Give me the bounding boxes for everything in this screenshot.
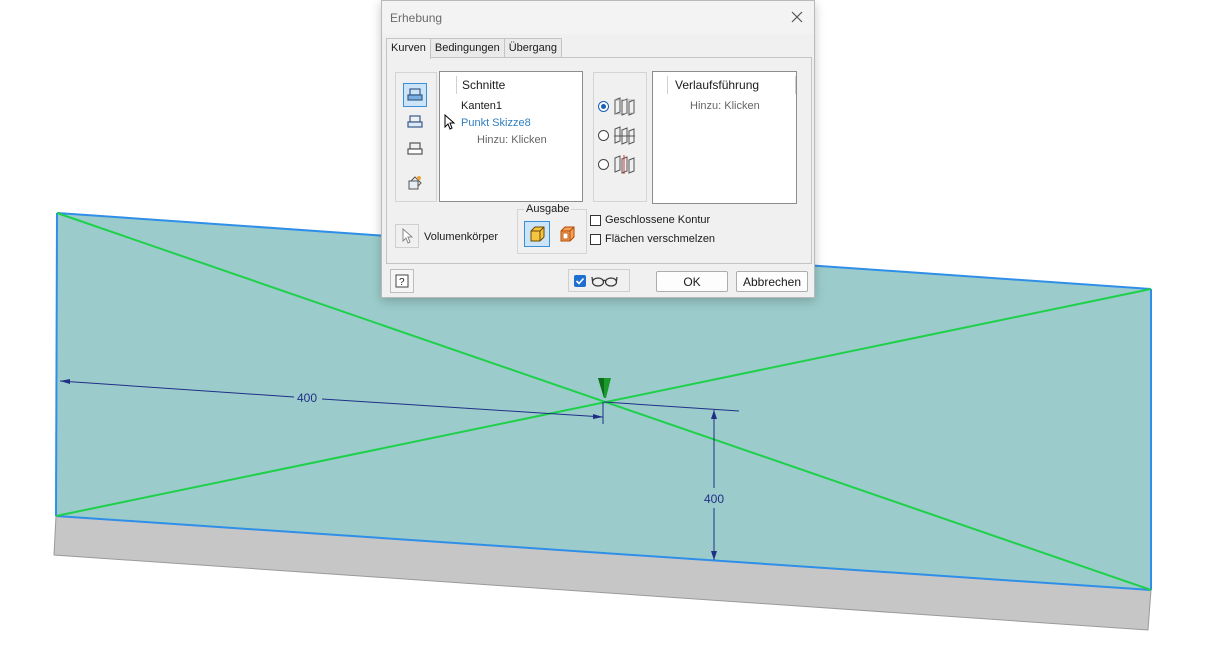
dimension-label-horizontal: 400 bbox=[297, 391, 317, 405]
radio-button[interactable] bbox=[598, 129, 609, 141]
closed-loop-checkbox[interactable] bbox=[590, 214, 601, 226]
glasses-icon bbox=[591, 276, 618, 287]
centerline-loft-icon bbox=[614, 126, 635, 145]
radio-button[interactable] bbox=[598, 158, 609, 170]
output-surface-button[interactable] bbox=[554, 221, 580, 247]
rails-select-button[interactable] bbox=[403, 110, 427, 134]
section-add-click[interactable]: Hinzu: Klicken bbox=[477, 134, 547, 146]
section-item-punkt-skizze8[interactable]: Punkt Skizze8 bbox=[461, 117, 531, 129]
sketch-curves-2-icon bbox=[407, 115, 423, 128]
check-icon bbox=[575, 277, 585, 285]
rails-loft-icon bbox=[614, 97, 635, 116]
point-mapping-button[interactable] bbox=[403, 171, 427, 195]
svg-text:?: ? bbox=[399, 277, 405, 288]
solid-label: Volumenkörper bbox=[424, 231, 498, 243]
rails-list[interactable]: Verlaufsführung Hinzu: Klicken bbox=[652, 71, 797, 204]
solid-output-icon bbox=[530, 226, 545, 242]
merge-faces-checkbox[interactable] bbox=[590, 233, 601, 245]
output-group: Ausgabe bbox=[517, 203, 587, 254]
sections-list[interactable]: Schnitte Kanten1 Punkt Skizze8 Hinzu: Kl… bbox=[439, 71, 583, 202]
point-icon bbox=[408, 176, 422, 190]
dimension-label-vertical: 400 bbox=[704, 492, 724, 506]
loft-type-group bbox=[593, 72, 647, 202]
merge-faces-label: Flächen verschmelzen bbox=[605, 233, 716, 245]
radio-rails[interactable] bbox=[598, 96, 636, 116]
dialog-titlebar[interactable]: Erhebung bbox=[382, 1, 814, 34]
ok-button[interactable]: OK bbox=[656, 271, 728, 292]
area-loft-icon bbox=[614, 155, 635, 174]
sketch-curves-3-icon bbox=[407, 142, 423, 155]
preview-checkbox[interactable] bbox=[574, 274, 586, 287]
tab-bedingungen[interactable]: Bedingungen bbox=[429, 38, 505, 58]
sections-header: Schnitte bbox=[462, 78, 506, 92]
radio-centerline[interactable] bbox=[598, 125, 636, 145]
output-label: Ausgabe bbox=[524, 203, 572, 215]
sketch-curves-icon bbox=[407, 88, 423, 101]
radio-area[interactable] bbox=[598, 154, 636, 174]
output-solid-button[interactable] bbox=[524, 221, 550, 247]
tab-kurven[interactable]: Kurven bbox=[386, 38, 431, 59]
help-icon: ? bbox=[395, 274, 409, 288]
rails-add-click[interactable]: Hinzu: Klicken bbox=[690, 100, 760, 112]
sections-select-button[interactable] bbox=[403, 83, 427, 107]
solid-select-button[interactable] bbox=[395, 224, 419, 248]
help-button[interactable]: ? bbox=[390, 269, 414, 293]
tab-strip: Kurven Bedingungen Übergang bbox=[386, 38, 563, 59]
radio-button[interactable] bbox=[598, 100, 609, 112]
left-edge bbox=[55, 212, 58, 517]
centerline-select-button[interactable] bbox=[403, 137, 427, 161]
closed-loop-checkbox-row[interactable]: Geschlossene Kontur bbox=[590, 214, 710, 226]
rails-header: Verlaufsführung bbox=[675, 78, 760, 92]
dialog-title: Erhebung bbox=[390, 11, 443, 25]
loft-dialog: Erhebung Kurven Bedingungen Übergang Sch… bbox=[381, 0, 815, 298]
mouse-cursor-icon bbox=[444, 114, 456, 130]
surface-output-icon bbox=[560, 226, 575, 242]
merge-faces-checkbox-row[interactable]: Flächen verschmelzen bbox=[590, 233, 715, 245]
closed-loop-label: Geschlossene Kontur bbox=[605, 214, 711, 226]
curve-toolbar bbox=[395, 72, 437, 202]
cancel-button[interactable]: Abbrechen bbox=[736, 271, 808, 292]
tab-uebergang[interactable]: Übergang bbox=[503, 38, 563, 58]
preview-toggle[interactable] bbox=[568, 269, 630, 292]
section-item-kanten1[interactable]: Kanten1 bbox=[461, 100, 502, 112]
select-arrow-icon bbox=[402, 228, 413, 244]
tab-panel-kurven: Schnitte Kanten1 Punkt Skizze8 Hinzu: Kl… bbox=[386, 57, 812, 264]
close-icon bbox=[791, 11, 803, 23]
close-button[interactable] bbox=[786, 6, 808, 28]
